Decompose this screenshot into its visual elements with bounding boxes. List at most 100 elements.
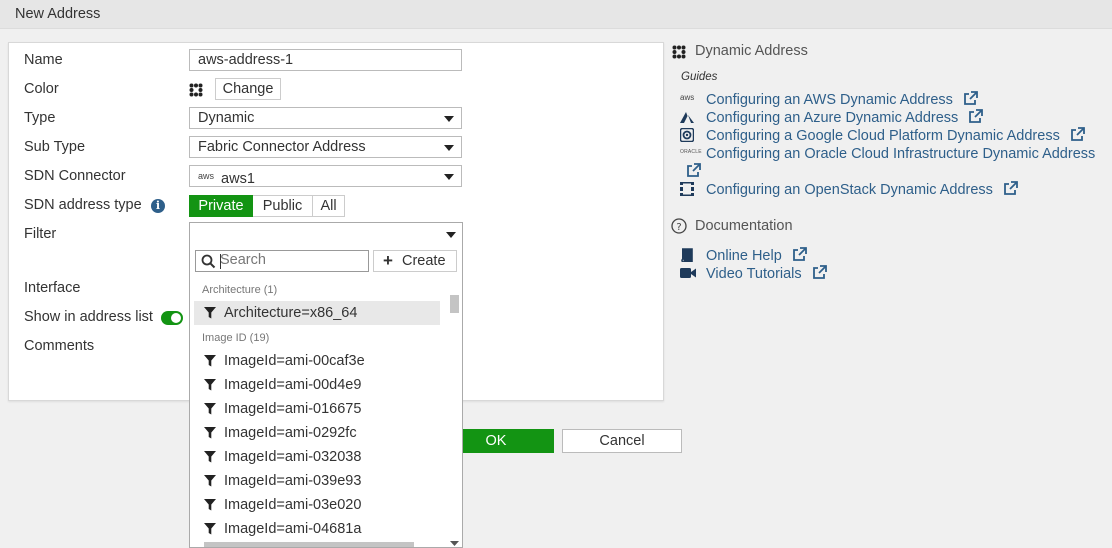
show-in-address-list-toggle[interactable] xyxy=(161,311,183,325)
search-placeholder: Search xyxy=(220,252,266,268)
oracle-icon: ORACLE xyxy=(680,149,702,155)
filter-option[interactable]: Architecture=x86_64 xyxy=(194,301,440,325)
window-title: New Address xyxy=(15,6,101,22)
external-link-icon[interactable] xyxy=(686,163,701,178)
filter-icon xyxy=(204,355,216,367)
filter-option-label: Architecture=x86_64 xyxy=(224,305,358,321)
external-link-icon xyxy=(1004,181,1018,195)
scrollbar-thumb[interactable] xyxy=(204,542,414,547)
change-color-button[interactable]: Change xyxy=(215,78,281,100)
title-bar: New Address xyxy=(0,0,1112,29)
external-link-icon xyxy=(969,109,984,123)
sdn-connector-select[interactable]: aws aws1 xyxy=(189,165,462,187)
subtype-value: Fabric Connector Address xyxy=(198,139,366,155)
azure-icon xyxy=(680,112,694,123)
filter-option[interactable]: ImageId=ami-039e93 xyxy=(194,469,440,493)
name-label: Name xyxy=(24,52,63,68)
interface-label: Interface xyxy=(24,280,81,296)
filter-dropdown[interactable]: Search + Create Architecture (1) Archite… xyxy=(189,222,463,548)
filter-label: Filter xyxy=(24,226,57,242)
filter-icon xyxy=(204,379,216,391)
guide-link-openstack[interactable]: Configuring an OpenStack Dynamic Address xyxy=(706,181,1018,198)
create-button[interactable]: + Create xyxy=(373,250,457,272)
filter-option-label: ImageId=ami-032038 xyxy=(224,449,362,465)
guides-label: Guides xyxy=(681,71,718,83)
filter-icon xyxy=(204,499,216,511)
sdn-type-all-button[interactable]: All xyxy=(313,195,345,217)
video-tutorials-link[interactable]: Video Tutorials xyxy=(706,265,827,282)
type-value: Dynamic xyxy=(198,110,255,126)
doc-link-label: Online Help xyxy=(706,248,782,264)
doc-link-label: Video Tutorials xyxy=(706,266,802,282)
dynamic-address-title: Dynamic Address xyxy=(695,43,808,59)
text-cursor xyxy=(220,254,221,269)
gcp-icon xyxy=(680,128,694,142)
group-header-image-id: Image ID (19) xyxy=(202,332,270,344)
external-link-icon xyxy=(792,247,807,261)
color-label: Color xyxy=(24,81,59,97)
filter-icon xyxy=(204,427,216,439)
filter-option-label: ImageId=ami-039e93 xyxy=(224,473,362,489)
guide-link-gcp[interactable]: Configuring a Google Cloud Platform Dyna… xyxy=(706,127,1085,144)
scrollbar-thumb[interactable] xyxy=(450,295,459,313)
name-input[interactable]: aws-address-1 xyxy=(189,49,462,71)
dynamic-address-icon xyxy=(672,45,686,59)
sdn-type-label: SDN address type xyxy=(24,197,142,213)
guide-link-aws[interactable]: Configuring an AWS Dynamic Address xyxy=(706,91,978,108)
filter-icon xyxy=(204,307,216,319)
help-circle-icon: ? xyxy=(671,218,687,234)
guide-link-label: Configuring an OpenStack Dynamic Address xyxy=(706,182,993,198)
aws-icon: aws xyxy=(198,171,215,181)
filter-option-label: ImageId=ami-016675 xyxy=(224,401,362,417)
book-icon xyxy=(681,248,693,262)
filter-option[interactable]: ImageId=ami-032038 xyxy=(194,445,440,469)
type-select[interactable]: Dynamic xyxy=(189,107,462,129)
cancel-button[interactable]: Cancel xyxy=(562,429,682,453)
external-link-icon xyxy=(964,91,978,105)
openstack-icon xyxy=(680,182,694,196)
sdn-connector-label: SDN Connector xyxy=(24,168,126,184)
filter-search-input[interactable]: Search xyxy=(195,250,369,272)
group-header-architecture: Architecture (1) xyxy=(202,284,278,296)
info-icon[interactable]: i xyxy=(151,199,165,213)
filter-option[interactable]: ImageId=ami-04681a xyxy=(194,517,440,541)
documentation-title: Documentation xyxy=(695,218,793,234)
horizontal-scrollbar[interactable] xyxy=(194,541,450,547)
external-link-icon xyxy=(812,265,827,279)
subtype-select[interactable]: Fabric Connector Address xyxy=(189,136,462,158)
filter-option[interactable]: ImageId=ami-0292fc xyxy=(194,421,440,445)
guide-link-label: Configuring an Azure Dynamic Address xyxy=(706,110,959,126)
color-swatch-icon xyxy=(189,83,203,97)
filter-option-label: ImageId=ami-04681a xyxy=(224,521,362,537)
filter-option-label: ImageId=ami-03e020 xyxy=(224,497,362,513)
chevron-down-icon[interactable] xyxy=(446,232,456,238)
comments-label: Comments xyxy=(24,338,95,354)
filter-icon xyxy=(204,451,216,463)
guide-link-label: Configuring a Google Cloud Platform Dyna… xyxy=(706,128,1060,144)
subtype-label: Sub Type xyxy=(24,139,86,155)
svg-text:?: ? xyxy=(676,222,681,233)
show-in-address-list-label: Show in address list xyxy=(24,309,153,325)
guide-link-label: Configuring an Oracle Cloud Infrastructu… xyxy=(706,146,1096,162)
filter-option[interactable]: ImageId=ami-016675 xyxy=(194,397,440,421)
filter-option[interactable]: ImageId=ami-03e020 xyxy=(194,493,440,517)
filter-option-label: ImageId=ami-0292fc xyxy=(224,425,357,441)
sdn-type-public-button[interactable]: Public xyxy=(253,195,313,217)
filter-icon xyxy=(204,475,216,487)
guide-link-oracle[interactable]: Configuring an Oracle Cloud Infrastructu… xyxy=(706,145,1111,163)
sdn-type-private-button[interactable]: Private xyxy=(189,195,253,217)
scroll-down-icon[interactable] xyxy=(450,541,459,547)
online-help-link[interactable]: Online Help xyxy=(706,247,807,264)
filter-option-label: ImageId=ami-00caf3e xyxy=(224,353,365,369)
sdn-connector-value: aws1 xyxy=(221,171,255,187)
type-label: Type xyxy=(24,110,56,126)
filter-icon xyxy=(204,403,216,415)
aws-icon: aws xyxy=(680,93,695,102)
filter-option[interactable]: ImageId=ami-00caf3e xyxy=(194,349,440,373)
guide-link-azure[interactable]: Configuring an Azure Dynamic Address xyxy=(706,109,984,126)
guide-link-label: Configuring an AWS Dynamic Address xyxy=(706,92,953,108)
create-button-label: Create xyxy=(402,253,446,269)
filter-option[interactable]: ImageId=ami-00d4e9 xyxy=(194,373,440,397)
plus-icon: + xyxy=(383,251,393,270)
vertical-scrollbar[interactable] xyxy=(449,293,459,546)
